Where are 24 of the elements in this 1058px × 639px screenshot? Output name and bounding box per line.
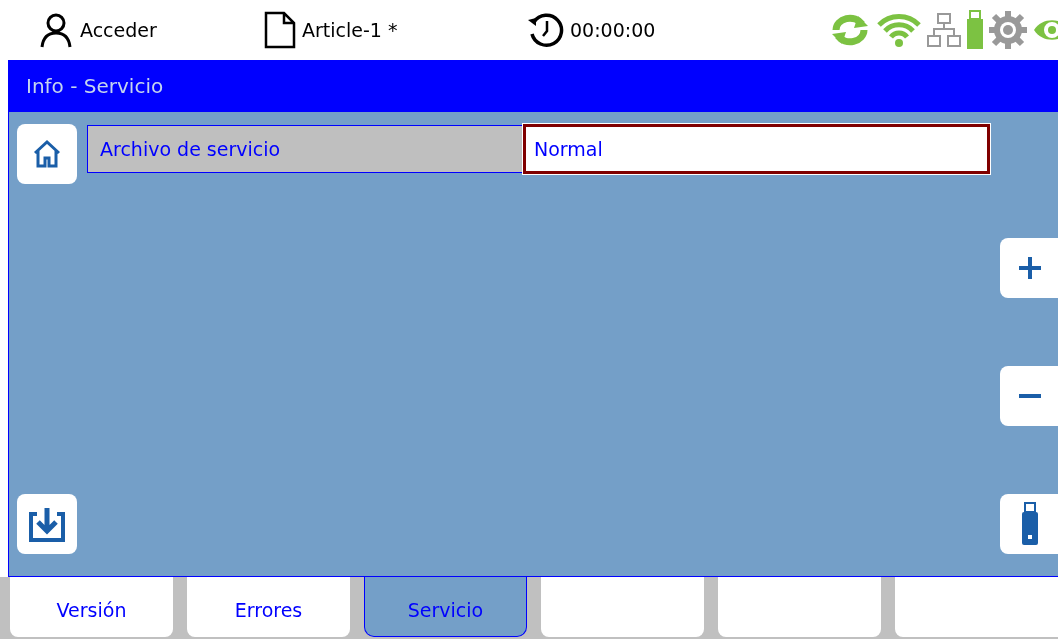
settings-icon[interactable] <box>988 10 1028 50</box>
screen-title: Info - Servicio <box>26 74 164 98</box>
usb-button[interactable] <box>1000 494 1058 554</box>
login-label[interactable]: Acceder <box>80 19 157 41</box>
setting-label: Archivo de servicio <box>87 125 523 173</box>
wifi-icon <box>876 12 922 48</box>
plus-icon <box>1018 256 1042 280</box>
minus-button[interactable] <box>1000 366 1058 426</box>
document-name: Article-1 * <box>302 19 398 41</box>
plus-button[interactable] <box>1000 238 1058 298</box>
home-icon <box>32 139 62 169</box>
usb-drive-icon <box>1021 502 1039 546</box>
tab[interactable]: Versión <box>10 577 173 637</box>
setting-value-field[interactable]: Normal <box>523 124 990 174</box>
home-button[interactable] <box>17 124 77 184</box>
timer-value: 00:00:00 <box>570 19 656 41</box>
usb-drive-icon <box>966 10 984 50</box>
timer-icon <box>526 12 564 48</box>
download-button[interactable] <box>17 494 77 554</box>
document-icon <box>264 11 296 49</box>
user-icon[interactable] <box>38 12 74 48</box>
tab[interactable]: Errores <box>187 577 350 637</box>
minus-icon <box>1018 393 1042 399</box>
network-icon <box>926 12 962 48</box>
